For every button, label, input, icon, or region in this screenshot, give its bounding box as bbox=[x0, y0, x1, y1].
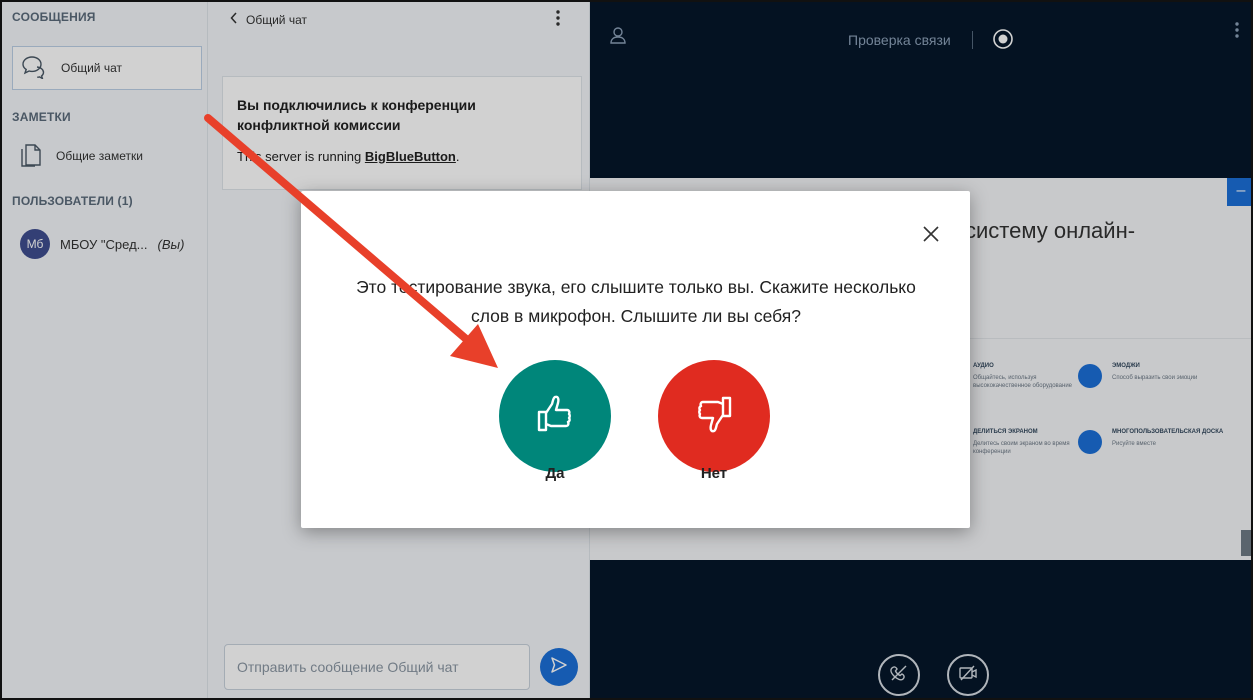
app-window: СООБЩЕНИЯ Общий чат ЗАМЕТКИ Общие заметк… bbox=[0, 0, 1253, 700]
close-icon[interactable] bbox=[922, 225, 940, 243]
no-label: Нет bbox=[700, 465, 728, 482]
yes-label: Да bbox=[545, 465, 565, 482]
echo-test-modal: Это тестирование звука, его слышите толь… bbox=[301, 191, 970, 528]
yes-button[interactable] bbox=[499, 360, 611, 472]
no-button[interactable] bbox=[658, 360, 770, 472]
echo-test-prompt: Это тестирование звука, его слышите толь… bbox=[356, 277, 916, 326]
thumbs-down-icon bbox=[692, 392, 736, 441]
thumbs-up-icon bbox=[533, 392, 577, 441]
